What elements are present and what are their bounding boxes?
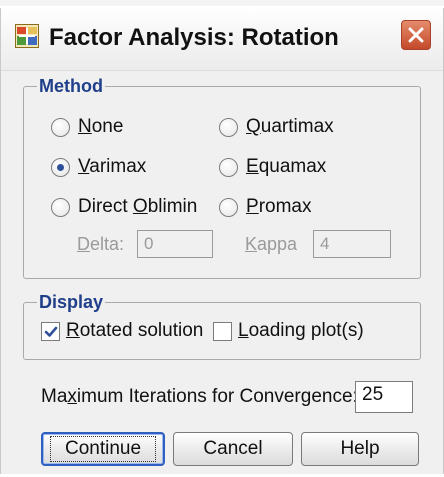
quartimax-radio-button[interactable]	[219, 117, 238, 137]
factor-analysis-app-icon	[15, 24, 39, 48]
none-label: None	[78, 116, 124, 137]
continue-button-label: Continue	[49, 436, 157, 462]
delta-input[interactable]: 0	[137, 230, 213, 258]
varimax-radio-button[interactable]	[51, 157, 70, 177]
loading-plots-check-box[interactable]	[213, 321, 232, 341]
equamax-radio[interactable]: Equamax	[219, 156, 326, 178]
delta-label: Delta:	[77, 234, 125, 254]
quartimax-radio[interactable]: Quartimax	[219, 116, 334, 138]
checkmark-icon	[44, 326, 58, 337]
quartimax-label: Quartimax	[246, 116, 334, 137]
none-radio-button[interactable]	[51, 117, 70, 137]
continue-button[interactable]: Continue	[41, 432, 165, 466]
max-iterations-input[interactable]: 25	[355, 381, 413, 413]
help-button[interactable]: Help	[301, 432, 419, 466]
cancel-button[interactable]: Cancel	[173, 432, 293, 466]
promax-label: Promax	[246, 196, 312, 217]
kappa-label: Kappa	[245, 234, 298, 254]
direct-oblimin-label: Direct Oblimin	[78, 196, 198, 217]
loading-plots-label: Loading plot(s)	[238, 320, 364, 341]
equamax-label: Equamax	[246, 156, 327, 177]
background-strip	[0, 0, 444, 6]
rotated-solution-checkbox[interactable]: Rotated solution	[41, 320, 203, 342]
window-title: Factor Analysis: Rotation	[49, 24, 339, 51]
method-legend: Method	[37, 76, 105, 97]
rotated-solution-check-box[interactable]	[41, 321, 60, 341]
rotated-solution-label: Rotated solution	[66, 320, 204, 341]
close-button[interactable]	[401, 20, 431, 50]
varimax-radio[interactable]: Varimax	[51, 156, 146, 178]
kappa-input[interactable]: 4	[313, 230, 391, 258]
title-bar[interactable]: Factor Analysis: Rotation	[1, 8, 443, 71]
rotation-dialog: Factor Analysis: Rotation Method None Va…	[0, 8, 444, 474]
equamax-radio-button[interactable]	[219, 157, 238, 177]
direct-oblimin-radio-button[interactable]	[51, 197, 70, 217]
loading-plots-checkbox[interactable]: Loading plot(s)	[213, 320, 364, 342]
display-legend: Display	[37, 292, 106, 313]
varimax-label: Varimax	[78, 156, 147, 177]
close-icon	[408, 27, 424, 43]
promax-radio[interactable]: Promax	[219, 196, 311, 218]
none-radio[interactable]: None	[51, 116, 123, 138]
max-iterations-label: Maximum Iterations for Convergence:	[41, 386, 358, 407]
promax-radio-button[interactable]	[219, 197, 238, 217]
direct-oblimin-radio[interactable]: Direct Oblimin	[51, 196, 197, 218]
